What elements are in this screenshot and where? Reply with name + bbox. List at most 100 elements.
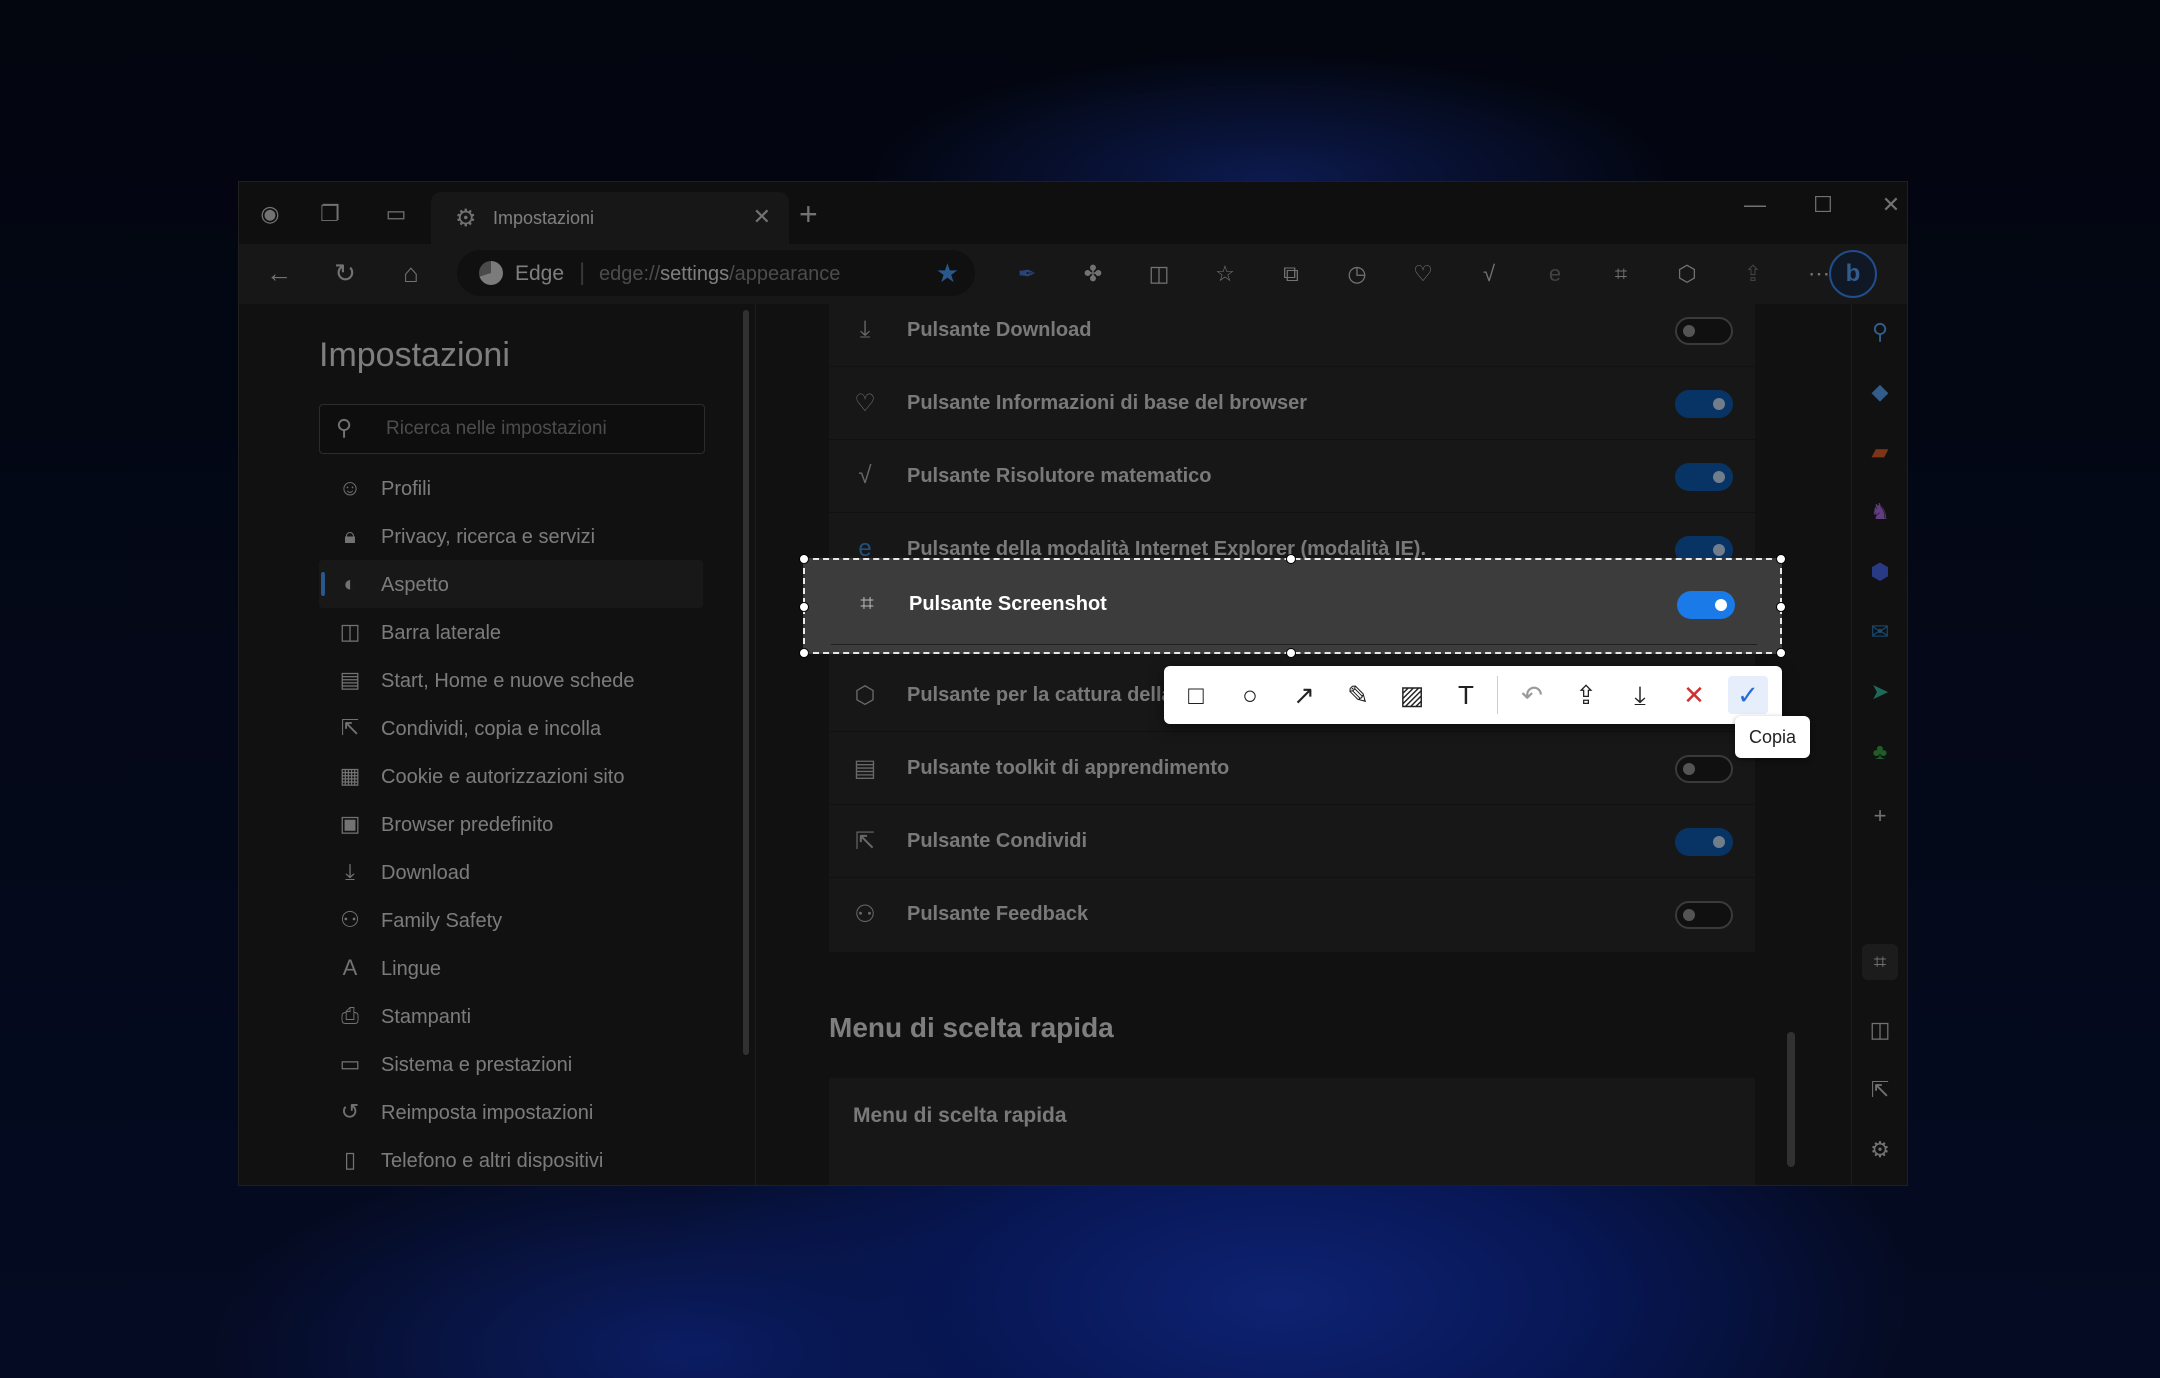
nav-item-family-safety[interactable]: ⚇ Family Safety (319, 896, 703, 944)
share-icon[interactable]: ⇪ (1733, 256, 1773, 292)
row-feedback[interactable]: ⚇ Pulsante Feedback (829, 878, 1755, 950)
pen-tool-icon[interactable]: ✎ (1338, 676, 1378, 714)
close-window-button[interactable]: ✕ (1871, 192, 1907, 218)
microsoft365-icon[interactable]: ⬢ (1862, 554, 1898, 590)
settings-title: Impostazioni (319, 336, 510, 374)
add-icon[interactable]: + (1862, 798, 1898, 834)
screenshot-icon[interactable]: ⌗ (1601, 256, 1641, 292)
nav-scrollbar[interactable] (741, 304, 751, 1064)
row-screenshot[interactable]: ⌗ Pulsante Screenshot (831, 568, 1757, 645)
ellipse-tool-icon[interactable]: ○ (1230, 676, 1270, 714)
nav-item-sistema[interactable]: ▭ Sistema e prestazioni (319, 1040, 703, 1088)
shopping-tag-icon[interactable]: ◆ (1862, 374, 1898, 410)
row-share[interactable]: ⇱ Pulsante Condividi (829, 805, 1755, 878)
rectangle-tool-icon[interactable]: □ (1176, 676, 1216, 714)
family-icon: ⚇ (340, 907, 360, 932)
open-external-icon[interactable]: ⇱ (1862, 1072, 1898, 1108)
history-icon[interactable]: ◷ (1337, 256, 1377, 292)
resize-handle-t[interactable] (1286, 554, 1296, 564)
new-tab-button[interactable]: + (799, 196, 818, 233)
sidebar-settings-icon[interactable]: ⚙ (1862, 1132, 1898, 1168)
collections-icon[interactable]: ⧉ (1271, 256, 1311, 292)
resize-handle-bl[interactable] (799, 648, 809, 658)
close-tab-icon[interactable]: ✕ (753, 204, 771, 230)
copilot-icon[interactable]: b (1829, 250, 1877, 298)
cookie-icon: ▦ (339, 763, 361, 788)
ie-mode-icon[interactable]: e (1535, 256, 1575, 292)
send-icon[interactable]: ➤ (1862, 674, 1898, 710)
resize-handle-tr[interactable] (1776, 554, 1786, 564)
nav-item-barra-laterale[interactable]: ◫ Barra laterale (319, 608, 703, 656)
web-capture-icon[interactable]: ⬡ (1667, 256, 1707, 292)
row-browser-essentials[interactable]: ♡ Pulsante Informazioni di base del brow… (829, 367, 1755, 440)
nav-item-aspetto[interactable]: ◐ Aspetto (319, 560, 703, 608)
row-learning-toolkit[interactable]: ▤ Pulsante toolkit di apprendimento (829, 732, 1755, 805)
row-math-solver[interactable]: √ Pulsante Risolutore matematico (829, 440, 1755, 513)
refresh-button[interactable]: ↻ (327, 258, 363, 289)
nav-item-lingue[interactable]: A Lingue (319, 944, 703, 992)
screenshot-selection[interactable]: ⌗ Pulsante Screenshot (799, 554, 1786, 658)
download-icon[interactable]: ⤓ (1620, 676, 1660, 714)
resize-handle-b[interactable] (1286, 648, 1296, 658)
resize-handle-l[interactable] (799, 602, 809, 612)
toggle-learning-toolkit[interactable] (1675, 755, 1733, 783)
favorites-icon[interactable]: ☆ (1205, 256, 1245, 292)
blur-tool-icon[interactable]: ▨ (1392, 676, 1432, 714)
nav-item-reimposta[interactable]: ↺ Reimposta impostazioni (319, 1088, 703, 1136)
undo-icon[interactable]: ↶ (1512, 676, 1552, 714)
toggle-share[interactable] (1675, 828, 1733, 856)
workspaces-icon[interactable]: ❐ (315, 199, 345, 229)
nav-item-browser-predefinito[interactable]: ▣ Browser predefinito (319, 800, 703, 848)
toggle-feedback[interactable] (1675, 901, 1733, 929)
resize-handle-tl[interactable] (799, 554, 809, 564)
cancel-icon[interactable]: ✕ (1674, 676, 1714, 714)
nav-item-condividi[interactable]: ⇱ Condividi, copia e incolla (319, 704, 703, 752)
text-tool-icon[interactable]: T (1446, 676, 1486, 714)
math-solver-icon[interactable]: √ (1469, 256, 1509, 292)
nav-item-telefono[interactable]: ▯ Telefono e altri dispositivi (319, 1136, 703, 1184)
outlook-icon[interactable]: ✉ (1862, 614, 1898, 650)
games-icon[interactable]: ♞ (1862, 494, 1898, 530)
toggle-screenshot[interactable] (1677, 591, 1735, 619)
toggle-download[interactable] (1675, 317, 1733, 345)
tab-settings[interactable]: ⚙ Impostazioni ✕ (431, 192, 789, 244)
context-menu-card[interactable]: Menu di scelta rapida (829, 1078, 1755, 1185)
nav-item-download[interactable]: ⤓ Download (319, 848, 703, 896)
nav-item-privacy[interactable]: 🔒︎ Privacy, ricerca e servizi (319, 512, 703, 560)
resize-handle-br[interactable] (1776, 648, 1786, 658)
split-screen-icon[interactable]: ◫ (1139, 256, 1179, 292)
extensions-icon[interactable]: ✤ (1073, 256, 1113, 292)
maximize-button[interactable]: ☐ (1803, 192, 1843, 218)
resize-handle-r[interactable] (1776, 602, 1786, 612)
confirm-copy-icon[interactable]: ✓ (1728, 676, 1768, 714)
row-download[interactable]: ⤓ Pulsante Download (829, 304, 1755, 367)
nav-item-start-home[interactable]: ▤ Start, Home e nuove schede (319, 656, 703, 704)
nav-scrollbar-thumb[interactable] (743, 310, 749, 1055)
home-button[interactable]: ⌂ (393, 258, 429, 289)
toggle-browser-essentials[interactable] (1675, 390, 1733, 418)
search-icon[interactable]: ⚲ (1862, 314, 1898, 350)
hide-sidebar-icon[interactable]: ◫ (1862, 1012, 1898, 1048)
nav-item-cookie[interactable]: ▦ Cookie e autorizzazioni sito (319, 752, 703, 800)
minimize-button[interactable]: — (1735, 192, 1775, 218)
toggle-math-solver[interactable] (1675, 463, 1733, 491)
browser-essentials-icon[interactable]: ♡ (1403, 256, 1443, 292)
nav-item-profili[interactable]: ☺ Profili (319, 464, 703, 512)
screenshot-sidebar-icon[interactable]: ⌗ (1862, 944, 1898, 980)
favorite-star-icon[interactable]: ★ (936, 258, 959, 289)
nav-item-stampanti[interactable]: ⎙ Stampanti (319, 992, 703, 1040)
content-scrollbar-thumb[interactable] (1787, 1032, 1795, 1167)
address-bar[interactable]: Edge | edge://settings/appearance ★ (457, 250, 975, 296)
profile-avatar-icon[interactable]: ◉ (255, 199, 285, 229)
arrow-tool-icon[interactable]: ↗ (1284, 676, 1324, 714)
nav-list: ☺ Profili 🔒︎ Privacy, ricerca e servizi ◐ A… (319, 464, 703, 1184)
tab-actions-icon[interactable]: ▭ (381, 199, 411, 229)
url-text[interactable]: edge://settings/appearance (599, 263, 840, 286)
pen-icon[interactable]: ✒ (1007, 256, 1047, 292)
tools-icon[interactable]: ▰ (1862, 434, 1898, 470)
share-icon[interactable]: ⇪ (1566, 676, 1606, 714)
learning-toolkit-icon: ▤ (853, 755, 877, 782)
settings-search-input[interactable]: ⚲ Ricerca nelle impostazioni (319, 404, 705, 454)
tree-icon[interactable]: ♣ (1862, 734, 1898, 770)
back-button[interactable]: ← (261, 258, 297, 289)
